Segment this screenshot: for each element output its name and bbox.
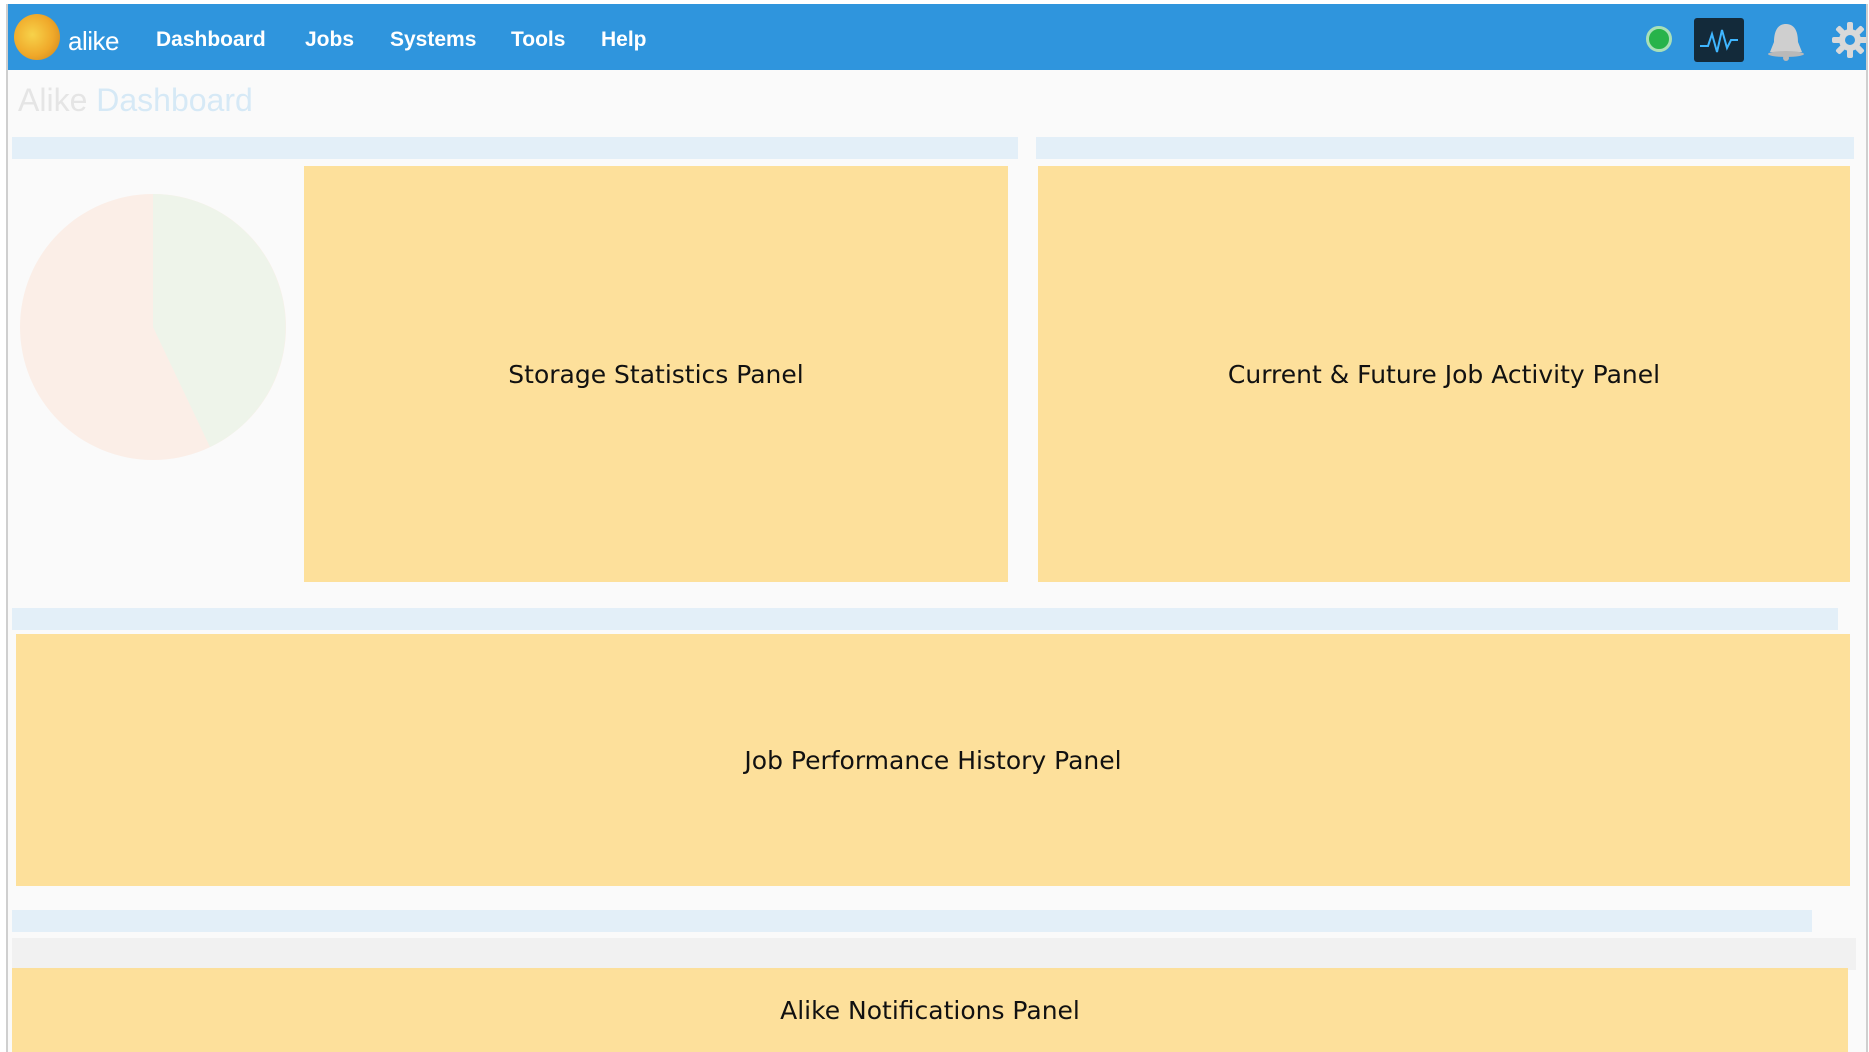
app-window: alike Dashboard Jobs Systems Tools Help [6,4,1868,1052]
notifications-table-header [12,938,1856,970]
storage-statistics-panel-label: Storage Statistics Panel [508,359,804,389]
job-activity-panel: Current & Future Job Activity Panel [1038,166,1850,582]
storage-section-header [12,137,1018,159]
page-title-accent: Dashboard [96,82,253,118]
logo-icon [14,14,60,60]
nav-help[interactable]: Help [601,28,647,52]
nav-tools[interactable]: Tools [511,28,565,52]
nav-systems[interactable]: Systems [390,28,476,52]
job-performance-panel-label: Job Performance History Panel [744,745,1122,775]
nav-dashboard[interactable]: Dashboard [156,28,266,52]
alike-logo[interactable]: alike [14,14,132,62]
page-title-main: Alike [18,82,88,118]
activity-section-header [1036,137,1854,159]
performance-section-header [12,608,1838,630]
notifications-panel-label: Alike Notifications Panel [780,995,1080,1025]
logo-text: alike [68,26,119,56]
job-performance-panel: Job Performance History Panel [16,634,1850,886]
notifications-section-header [12,910,1812,932]
storage-pie-chart [20,194,286,460]
job-activity-panel-label: Current & Future Job Activity Panel [1227,359,1661,389]
notifications-panel: Alike Notifications Panel [12,968,1848,1052]
activity-monitor-icon[interactable] [1694,18,1744,62]
top-nav-bar: alike Dashboard Jobs Systems Tools Help [8,4,1866,70]
bell-icon[interactable] [1764,20,1808,62]
page-title: Alike Dashboard [18,82,253,119]
status-online-icon[interactable] [1646,26,1672,52]
storage-statistics-panel: Storage Statistics Panel [304,166,1008,582]
gear-icon[interactable] [1830,20,1866,60]
nav-jobs[interactable]: Jobs [305,28,354,52]
